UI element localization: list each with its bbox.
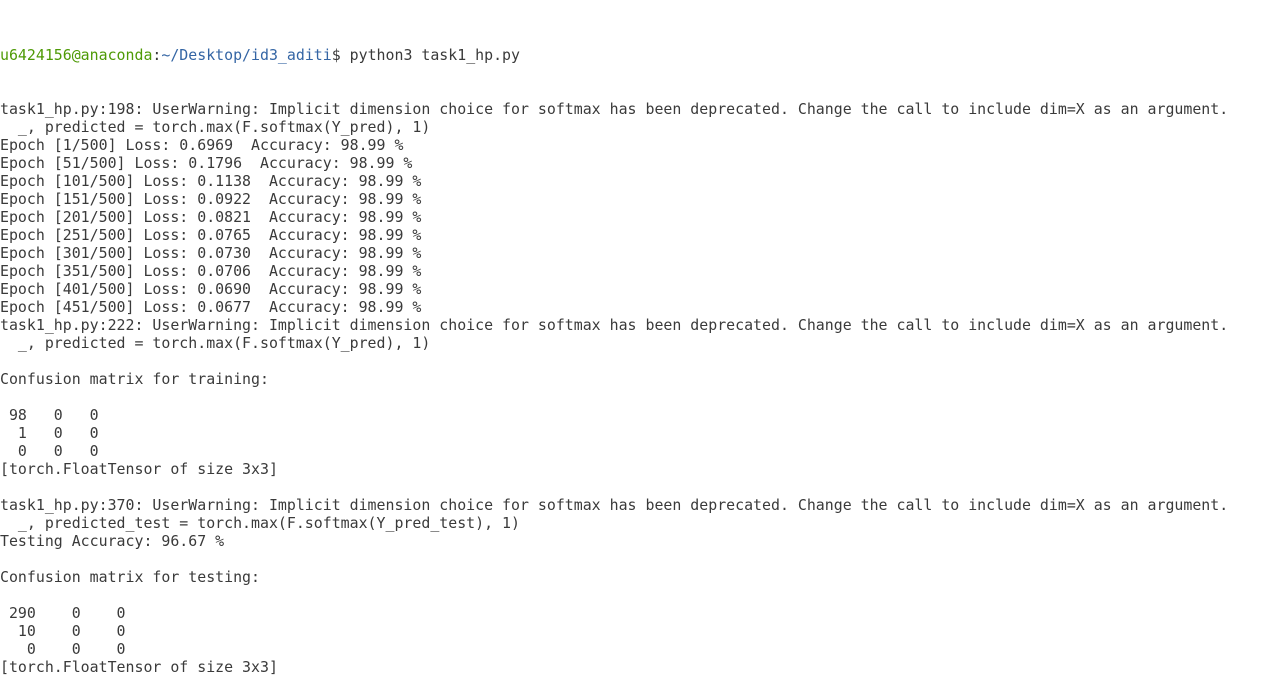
output-line: Epoch [1/500] Loss: 0.6969 Accuracy: 98.…: [0, 136, 404, 154]
terminal-output[interactable]: u6424156@anaconda:~/Desktop/id3_aditi$ p…: [0, 10, 1282, 694]
command-prompt-line: u6424156@anaconda:~/Desktop/id3_aditi$ p…: [0, 46, 1282, 64]
output-line: Epoch [51/500] Loss: 0.1796 Accuracy: 98…: [0, 154, 413, 172]
output-line: 10 0 0: [0, 622, 126, 640]
output-line: Testing Accuracy: 96.67 %: [0, 532, 225, 550]
prompt-user-host: u6424156@anaconda: [0, 46, 153, 64]
output-line: Epoch [451/500] Loss: 0.0677 Accuracy: 9…: [0, 298, 422, 316]
output-line: Epoch [251/500] Loss: 0.0765 Accuracy: 9…: [0, 226, 422, 244]
prompt-command: python3 task1_hp.py: [349, 46, 520, 64]
output-line: 98 0 0: [0, 406, 99, 424]
output-line: Epoch [101/500] Loss: 0.1138 Accuracy: 9…: [0, 172, 422, 190]
output-line: 290 0 0: [0, 604, 126, 622]
output-line: 0 0 0: [0, 442, 99, 460]
output-lines: task1_hp.py:198: UserWarning: Implicit d…: [0, 100, 1282, 676]
output-line: [torch.FloatTensor of size 3x3]: [0, 460, 278, 478]
output-line: Epoch [201/500] Loss: 0.0821 Accuracy: 9…: [0, 208, 422, 226]
output-line: Confusion matrix for testing:: [0, 568, 260, 586]
output-line: Epoch [401/500] Loss: 0.0690 Accuracy: 9…: [0, 280, 422, 298]
output-line: _, predicted_test = torch.max(F.softmax(…: [0, 514, 520, 532]
output-line: task1_hp.py:222: UserWarning: Implicit d…: [0, 316, 1229, 334]
output-line: Epoch [151/500] Loss: 0.0922 Accuracy: 9…: [0, 190, 422, 208]
output-line: task1_hp.py:370: UserWarning: Implicit d…: [0, 496, 1229, 514]
output-line: _, predicted = torch.max(F.softmax(Y_pre…: [0, 118, 431, 136]
prompt-path: ~/Desktop/id3_aditi: [161, 46, 332, 64]
output-line: Epoch [351/500] Loss: 0.0706 Accuracy: 9…: [0, 262, 422, 280]
output-line: 0 0 0: [0, 640, 126, 658]
prompt-symbol: $: [331, 46, 350, 64]
output-line: task1_hp.py:198: UserWarning: Implicit d…: [0, 100, 1229, 118]
output-line: Epoch [301/500] Loss: 0.0730 Accuracy: 9…: [0, 244, 422, 262]
output-line: Confusion matrix for training:: [0, 370, 269, 388]
output-line: _, predicted = torch.max(F.softmax(Y_pre…: [0, 334, 431, 352]
output-line: 1 0 0: [0, 424, 99, 442]
output-line: [torch.FloatTensor of size 3x3]: [0, 658, 278, 676]
